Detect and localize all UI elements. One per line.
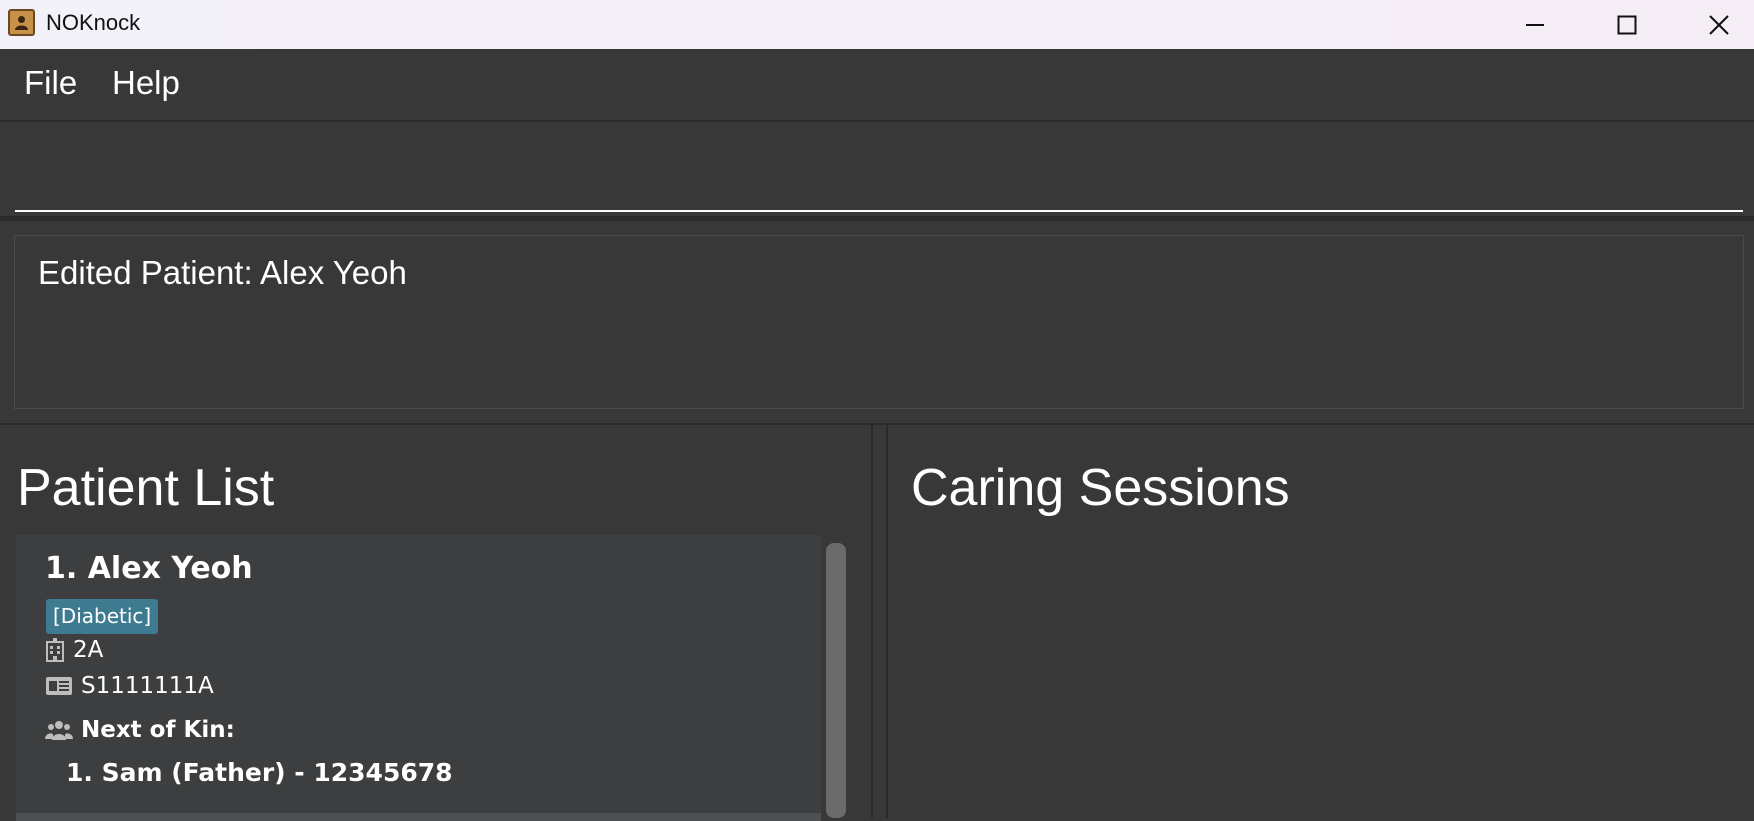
caring-sessions-panel: Caring Sessions <box>888 425 1754 818</box>
close-icon <box>1709 14 1729 35</box>
menu-bar: File Help <box>0 49 1754 121</box>
maximize-icon <box>1617 15 1637 34</box>
nok-row: Next of Kin: <box>45 717 235 743</box>
window-title: NOKnock <box>46 10 141 35</box>
app-contact-icon <box>8 9 35 36</box>
minimize-button[interactable] <box>1489 0 1581 49</box>
menu-help[interactable]: Help <box>112 64 180 102</box>
result-display-container: Edited Patient: Alex Yeoh <box>0 221 1754 424</box>
ic-value: S1111111A <box>81 673 214 699</box>
patient-list-panel: Patient List 1. Alex Yeoh [Diabetic] 2A … <box>0 425 872 821</box>
close-button[interactable] <box>1673 0 1754 49</box>
result-display: Edited Patient: Alex Yeoh <box>14 235 1744 409</box>
command-box <box>0 121 1754 221</box>
patient-list-scrollbar[interactable] <box>826 543 846 818</box>
caring-sessions-title: Caring Sessions <box>911 459 1290 517</box>
result-message: Edited Patient: Alex Yeoh <box>38 254 407 291</box>
nok-label: Next of Kin: <box>81 717 235 743</box>
group-icon <box>45 719 73 741</box>
list-item-separator <box>16 813 821 821</box>
command-input[interactable] <box>15 132 1743 212</box>
ward-value: 2A <box>73 637 104 663</box>
patient-list-title: Patient List <box>17 459 275 517</box>
patient-card[interactable]: 1. Alex Yeoh [Diabetic] 2A S1111111A Nex… <box>16 535 821 813</box>
ic-row: S1111111A <box>45 673 214 699</box>
id-card-icon <box>45 676 73 696</box>
building-icon <box>45 638 65 662</box>
nok-entry: 1. Sam (Father) - 12345678 <box>66 758 453 787</box>
maximize-button[interactable] <box>1581 0 1673 49</box>
tag-badge: [Diabetic] <box>46 599 159 634</box>
title-bar: NOKnock <box>0 0 1754 49</box>
split-pane-divider[interactable] <box>871 425 888 818</box>
patient-name: 1. Alex Yeoh <box>45 551 253 586</box>
minimize-icon <box>1526 23 1544 26</box>
scrollbar-thumb[interactable] <box>826 543 846 818</box>
menu-file[interactable]: File <box>24 64 77 102</box>
patient-list: 1. Alex Yeoh [Diabetic] 2A S1111111A Nex… <box>16 535 821 821</box>
ward-row: 2A <box>45 637 103 663</box>
